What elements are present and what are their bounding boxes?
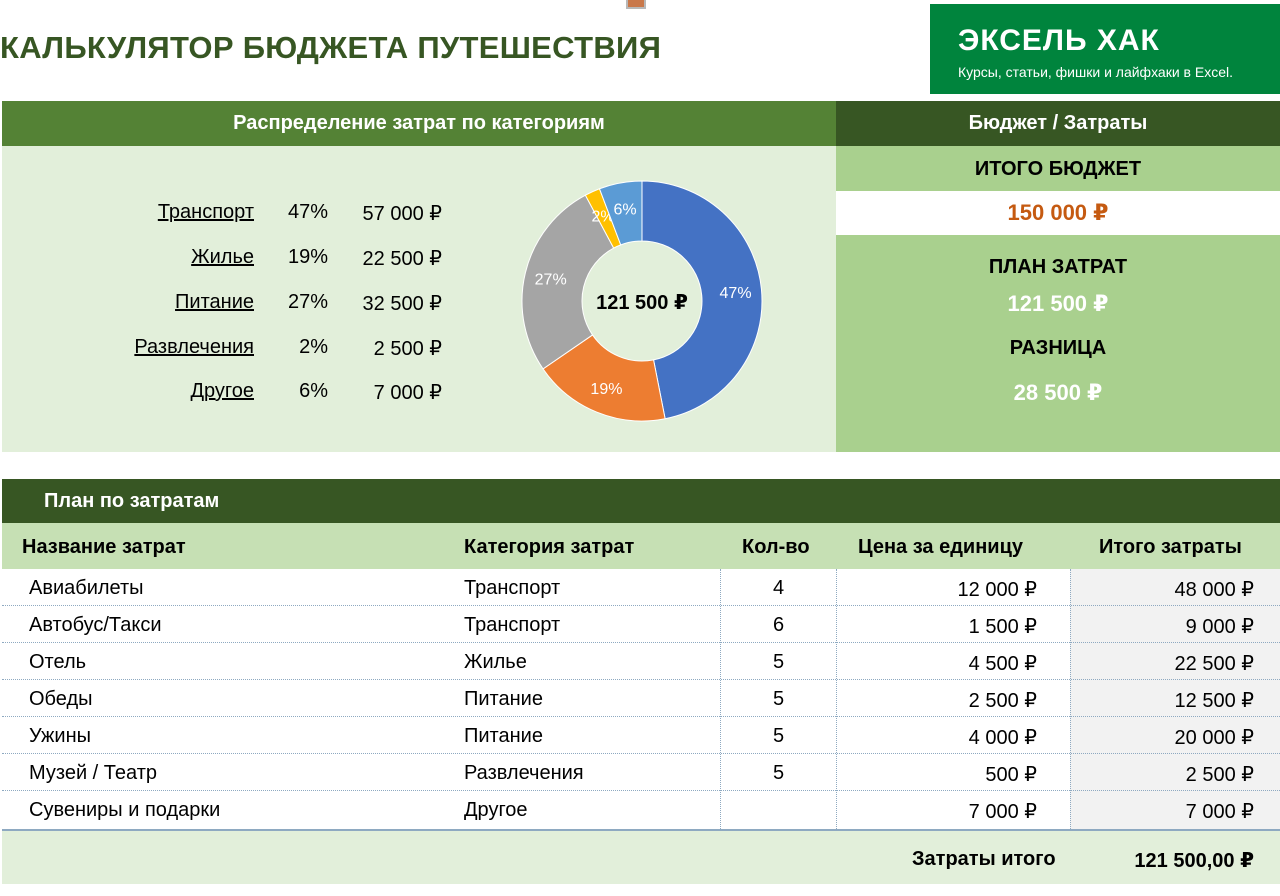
budget-section-header: Бюджет / Затраты (836, 101, 1280, 146)
donut-data-label: 27% (535, 272, 567, 289)
cell-name[interactable]: Музей / Театр (29, 762, 157, 785)
cell-qty[interactable]: 5 (773, 651, 784, 674)
brand-banner: ЭКСЕЛЬ ХАК Курсы, статьи, фишки и лайфха… (930, 4, 1280, 94)
cell-qty[interactable]: 4 (773, 577, 784, 600)
page-title: КАЛЬКУЛЯТОР БЮДЖЕТА ПУТЕШЕСТВИЯ (0, 30, 662, 65)
cell-price[interactable]: 2 500 ₽ (969, 688, 1037, 713)
cell-total[interactable]: 12 500 ₽ (1175, 688, 1254, 713)
category-row: Жилье 19% 22 500 ₽ (2, 246, 502, 276)
difference-value: 28 500 ₽ (1013, 380, 1103, 405)
category-percent: 19% (287, 246, 328, 268)
plan-value: 121 500 ₽ (1007, 291, 1109, 316)
brand-tagline: Курсы, статьи, фишки и лайфхаки в Excel. (958, 64, 1233, 80)
category-panel: Транспорт 47% 57 000 ₽ Жилье 19% 22 500 … (2, 146, 836, 452)
total-budget-input[interactable]: 150 000 ₽ (836, 191, 1280, 235)
cell-name[interactable]: Ужины (29, 725, 91, 748)
category-name-link[interactable]: Другое (190, 380, 254, 403)
donut-center-label: 121 500 ₽ (596, 292, 688, 314)
cell-qty[interactable]: 6 (773, 614, 784, 637)
donut-data-label: 19% (590, 381, 622, 398)
budget-panel: ИТОГО БЮДЖЕТ 150 000 ₽ ПЛАН ЗАТРАТ 121 5… (836, 146, 1280, 452)
category-percent: 47% (287, 201, 328, 223)
cell-name[interactable]: Автобус/Такси (29, 614, 162, 637)
cell-total[interactable]: 2 500 ₽ (1186, 762, 1254, 787)
table-row[interactable]: Сувениры и подарки Другое 7 000 ₽ 7 000 … (2, 791, 1280, 828)
category-amount: 57 000 ₽ (362, 203, 442, 225)
cell-total[interactable]: 48 000 ₽ (1175, 577, 1254, 602)
category-amount: 2 500 ₽ (373, 338, 442, 360)
col-header-name: Название затрат (22, 536, 186, 558)
brand-name: ЭКСЕЛЬ ХАК (958, 24, 1160, 57)
category-percent: 27% (287, 291, 328, 313)
table-row[interactable]: Отель Жилье 5 4 500 ₽ 22 500 ₽ (2, 643, 1280, 680)
cell-name[interactable]: Авиабилеты (29, 577, 144, 600)
category-name-link[interactable]: Развлечения (134, 336, 254, 359)
cell-total[interactable]: 7 000 ₽ (1186, 799, 1254, 824)
footer-total-value: 121 500,00 ₽ (1134, 850, 1254, 872)
cell-name[interactable]: Отель (29, 651, 86, 674)
cell-category[interactable]: Транспорт (464, 577, 560, 600)
category-amount: 32 500 ₽ (362, 293, 442, 315)
category-row: Питание 27% 32 500 ₽ (2, 291, 502, 321)
col-header-price: Цена за единицу (858, 536, 1023, 558)
cell-price[interactable]: 12 000 ₽ (958, 577, 1037, 602)
cell-price[interactable]: 500 ₽ (985, 762, 1037, 787)
cell-qty[interactable]: 5 (773, 688, 784, 711)
category-percent: 6% (299, 380, 328, 402)
cell-price[interactable]: 1 500 ₽ (969, 614, 1037, 639)
footer-total-label: Затраты итого (912, 848, 1056, 870)
cell-category[interactable]: Другое (464, 799, 528, 822)
total-budget-label: ИТОГО БЮДЖЕТ (974, 158, 1142, 180)
cell-category[interactable]: Жилье (464, 651, 527, 674)
category-name-link[interactable]: Питание (175, 291, 254, 314)
plan-section-header: План по затратам (2, 479, 1280, 523)
category-row: Другое 6% 7 000 ₽ (2, 380, 502, 410)
donut-data-label: 6% (614, 202, 637, 219)
plan-label: ПЛАН ЗАТРАТ (988, 256, 1128, 278)
cell-total[interactable]: 9 000 ₽ (1186, 614, 1254, 639)
donut-chart[interactable]: 47%19%27%2%6%121 500 ₽ (520, 179, 764, 423)
category-row: Развлечения 2% 2 500 ₽ (2, 336, 502, 366)
category-row: Транспорт 47% 57 000 ₽ (2, 201, 502, 231)
category-section-header: Распределение затрат по категориям (2, 101, 836, 146)
cell-price[interactable]: 7 000 ₽ (969, 799, 1037, 824)
total-budget-value: 150 000 ₽ (1007, 200, 1109, 225)
table-row[interactable]: Автобус/Такси Транспорт 6 1 500 ₽ 9 000 … (2, 606, 1280, 643)
category-percent: 2% (299, 336, 328, 358)
cell-qty[interactable]: 5 (773, 725, 784, 748)
table-row[interactable]: Обеды Питание 5 2 500 ₽ 12 500 ₽ (2, 680, 1280, 717)
cell-category[interactable]: Питание (464, 725, 543, 748)
cell-qty[interactable]: 5 (773, 762, 784, 785)
donut-data-label: 47% (720, 285, 752, 302)
cell-category[interactable]: Питание (464, 688, 543, 711)
difference-label: РАЗНИЦА (1009, 337, 1107, 359)
table-row[interactable]: Музей / Театр Развлечения 5 500 ₽ 2 500 … (2, 754, 1280, 791)
sheet-marker (626, 0, 646, 9)
col-header-qty: Кол-во (742, 536, 810, 558)
table-row[interactable]: Ужины Питание 5 4 000 ₽ 20 000 ₽ (2, 717, 1280, 754)
category-name-link[interactable]: Жилье (191, 246, 254, 269)
cell-name[interactable]: Обеды (29, 688, 93, 711)
table-header-row: Название затрат Категория затрат Кол-во … (2, 523, 1280, 569)
col-header-total: Итого затраты (1099, 536, 1242, 558)
category-name-link[interactable]: Транспорт (158, 201, 254, 224)
category-amount: 7 000 ₽ (373, 382, 442, 404)
cell-price[interactable]: 4 500 ₽ (969, 651, 1037, 676)
table-row[interactable]: Авиабилеты Транспорт 4 12 000 ₽ 48 000 ₽ (2, 569, 1280, 606)
category-amount: 22 500 ₽ (362, 248, 442, 270)
cell-category[interactable]: Транспорт (464, 614, 560, 637)
cell-total[interactable]: 20 000 ₽ (1175, 725, 1254, 750)
cell-category[interactable]: Развлечения (464, 762, 584, 785)
table-footer: Затраты итого 121 500,00 ₽ (2, 829, 1280, 884)
col-header-category: Категория затрат (464, 536, 635, 558)
cell-name[interactable]: Сувениры и подарки (29, 799, 220, 822)
cell-price[interactable]: 4 000 ₽ (969, 725, 1037, 750)
cell-total[interactable]: 22 500 ₽ (1175, 651, 1254, 676)
